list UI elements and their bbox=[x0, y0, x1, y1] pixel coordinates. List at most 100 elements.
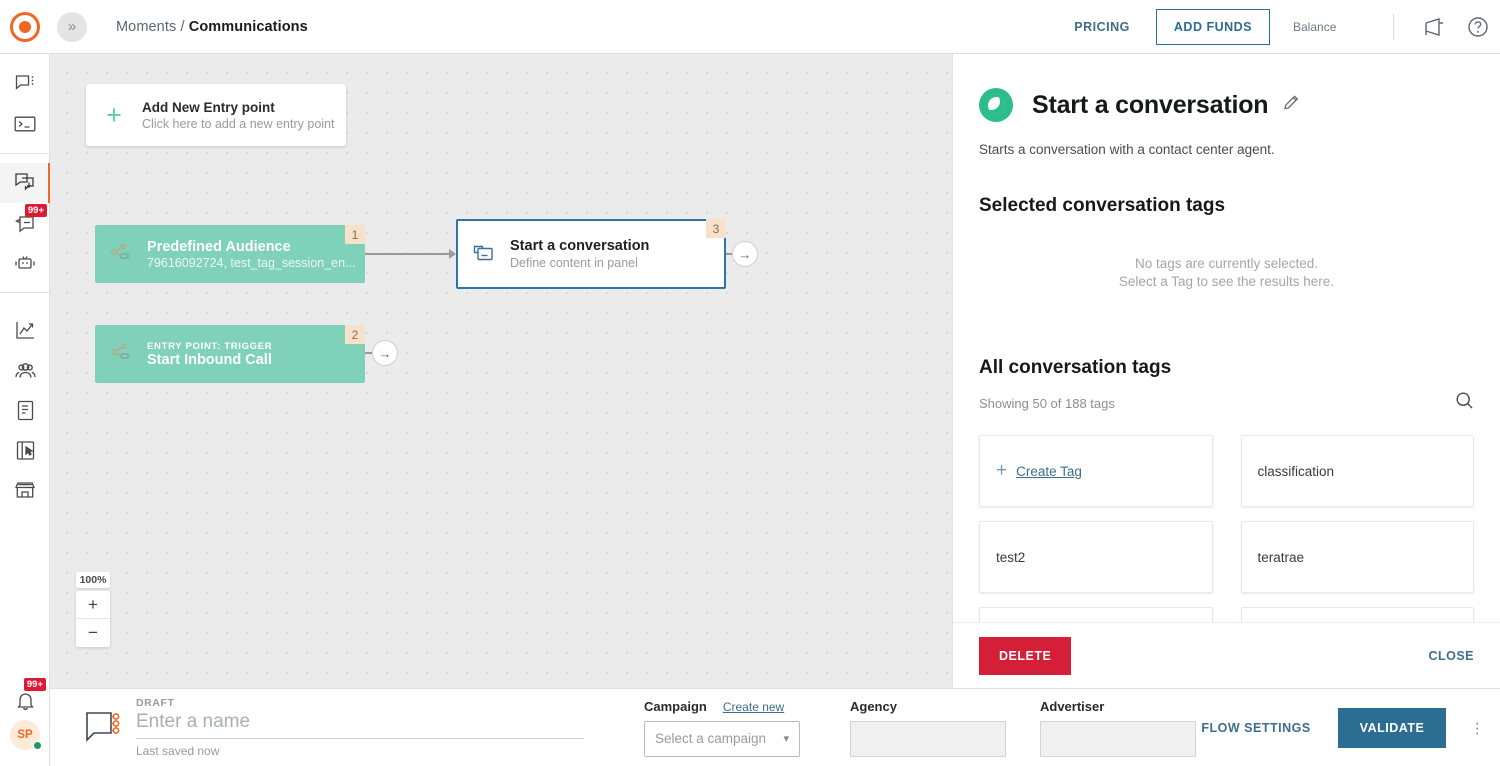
create-tag-label: Create Tag bbox=[1016, 464, 1082, 479]
more-options-button[interactable]: ··· bbox=[1474, 720, 1480, 735]
sidebar-item-templates[interactable] bbox=[0, 430, 50, 470]
tag-card[interactable]: project_ bbox=[979, 607, 1213, 622]
breadcrumb: Moments / Communications bbox=[116, 19, 308, 35]
trigger-icon bbox=[95, 342, 147, 367]
draft-status-label: DRAFT bbox=[136, 697, 586, 709]
empty-line-1: No tags are currently selected. bbox=[979, 255, 1474, 273]
create-new-campaign-link[interactable]: Create new bbox=[723, 700, 784, 714]
rail-divider-2 bbox=[0, 292, 49, 293]
all-tags-heading: All conversation tags bbox=[979, 357, 1474, 379]
sidebar-item-people[interactable] bbox=[0, 350, 50, 390]
tag-card[interactable]: test2 bbox=[979, 521, 1213, 593]
create-tag-card[interactable]: + Create Tag bbox=[979, 435, 1213, 507]
zoom-in-button[interactable]: + bbox=[76, 591, 110, 619]
edit-title-button[interactable] bbox=[1282, 93, 1301, 117]
sidebar-item-library[interactable] bbox=[0, 390, 50, 430]
sidebar-item-broadcast[interactable]: 99+ bbox=[0, 203, 50, 243]
sidebar-item-terminal[interactable] bbox=[0, 104, 50, 144]
node-subtitle: 79616092724, test_tag_session_en... bbox=[147, 256, 356, 270]
node-output-connector-2[interactable]: → bbox=[372, 340, 398, 366]
delete-button[interactable]: DELETE bbox=[979, 637, 1071, 675]
agency-input[interactable] bbox=[850, 721, 1006, 757]
tag-card[interactable]: teratrae bbox=[1241, 521, 1475, 593]
page-title: Start a conversation bbox=[1032, 91, 1268, 120]
expand-sidebar-button[interactable]: » bbox=[57, 12, 87, 42]
campaign-label: Campaign bbox=[644, 699, 707, 714]
node-step-badge: 1 bbox=[345, 225, 365, 244]
avatar[interactable]: SP bbox=[10, 720, 40, 750]
terminal-icon bbox=[14, 115, 36, 133]
node-output-connector-3[interactable]: → bbox=[732, 241, 758, 267]
breadcrumb-current: Communications bbox=[189, 19, 308, 35]
templates-icon bbox=[15, 440, 36, 461]
notification-badge: 99+ bbox=[24, 678, 46, 691]
bottom-toolbar: DRAFT Last saved now Campaign Create new… bbox=[50, 688, 1500, 766]
notifications-button[interactable]: 99+ bbox=[0, 680, 50, 720]
node-title: Start Inbound Call bbox=[147, 352, 272, 368]
add-new-entry-point-card[interactable]: + Add New Entry point Click here to add … bbox=[86, 84, 346, 146]
top-bar: » Moments / Communications PRICING ADD F… bbox=[0, 0, 1500, 54]
chat-icon bbox=[15, 74, 36, 94]
side-panel: Start a conversation Starts a conversati… bbox=[952, 54, 1500, 688]
top-bar-right: PRICING ADD FUNDS Balance bbox=[1074, 0, 1500, 54]
sidebar-item-chat[interactable] bbox=[0, 64, 50, 104]
node-predefined-audience[interactable]: Predefined Audience 79616092724, test_ta… bbox=[95, 225, 365, 283]
balance-block: Balance bbox=[1293, 20, 1393, 34]
search-icon bbox=[1455, 391, 1474, 410]
breadcrumb-root[interactable]: Moments bbox=[116, 19, 176, 35]
node-step-badge: 3 bbox=[706, 219, 726, 238]
selected-tags-empty-state: No tags are currently selected. Select a… bbox=[979, 255, 1474, 291]
side-panel-header: Start a conversation bbox=[979, 88, 1474, 122]
tag-card[interactable] bbox=[1241, 607, 1475, 622]
campaign-select[interactable]: Select a campaign ▾ bbox=[644, 721, 800, 757]
tag-label: teratrae bbox=[1258, 550, 1305, 565]
people-icon bbox=[14, 361, 37, 380]
validate-button[interactable]: VALIDATE bbox=[1338, 708, 1447, 748]
help-button[interactable] bbox=[1456, 16, 1500, 38]
infobip-logo-icon bbox=[10, 12, 40, 42]
advertiser-input[interactable] bbox=[1040, 721, 1196, 757]
advertiser-field-head: Advertiser bbox=[1040, 699, 1196, 714]
entry-card-title: Add New Entry point bbox=[142, 100, 334, 115]
logo-container[interactable] bbox=[0, 12, 50, 42]
close-button[interactable]: CLOSE bbox=[1428, 649, 1474, 663]
zoom-out-button[interactable]: − bbox=[76, 619, 110, 647]
tag-card[interactable]: classification bbox=[1241, 435, 1475, 507]
campaign-field-head: Campaign Create new bbox=[644, 699, 800, 714]
broadcast-badge: 99+ bbox=[25, 204, 47, 217]
book-icon bbox=[16, 400, 35, 421]
chevron-double-right-icon: » bbox=[68, 18, 76, 35]
breadcrumb-separator: / bbox=[180, 19, 184, 35]
flow-icon bbox=[14, 172, 36, 194]
tag-grid: + Create Tag classification test2 teratr… bbox=[979, 435, 1474, 622]
sidebar-item-flows[interactable] bbox=[0, 163, 50, 203]
add-funds-button[interactable]: ADD FUNDS bbox=[1156, 9, 1270, 45]
agency-field-head: Agency bbox=[850, 699, 1006, 714]
node-start-inbound-call[interactable]: ENTRY POINT: TRIGGER Start Inbound Call … bbox=[95, 325, 365, 383]
zoom-level-label: 100% bbox=[76, 572, 110, 588]
sidebar-item-bots[interactable] bbox=[0, 243, 50, 283]
flow-settings-button[interactable]: FLOW SETTINGS bbox=[1201, 721, 1310, 735]
entry-card-subtitle: Click here to add a new entry point bbox=[142, 117, 334, 131]
flow-canvas[interactable]: + Add New Entry point Click here to add … bbox=[50, 54, 952, 688]
sidebar-item-store[interactable] bbox=[0, 470, 50, 510]
advertiser-label: Advertiser bbox=[1040, 699, 1104, 714]
bottom-actions: FLOW SETTINGS VALIDATE ··· bbox=[1201, 708, 1480, 748]
flow-thumbnail-icon bbox=[76, 708, 132, 748]
flow-name-input[interactable] bbox=[136, 709, 584, 739]
advertiser-field: Advertiser bbox=[1040, 699, 1196, 757]
zoom-buttons: + − bbox=[76, 591, 110, 647]
top-divider bbox=[1393, 14, 1394, 40]
announcements-button[interactable] bbox=[1412, 17, 1456, 37]
store-icon bbox=[14, 480, 36, 500]
audience-icon bbox=[95, 242, 147, 267]
online-status-dot bbox=[33, 741, 42, 750]
pricing-link[interactable]: PRICING bbox=[1074, 20, 1130, 34]
node-subtitle: Define content in panel bbox=[510, 256, 649, 270]
bot-icon bbox=[14, 253, 36, 273]
balance-label: Balance bbox=[1293, 20, 1393, 34]
node-start-a-conversation[interactable]: Start a conversation Define content in p… bbox=[456, 219, 726, 289]
sidebar-item-analytics[interactable] bbox=[0, 310, 50, 350]
search-tags-button[interactable] bbox=[1455, 391, 1474, 415]
agency-label: Agency bbox=[850, 699, 897, 714]
